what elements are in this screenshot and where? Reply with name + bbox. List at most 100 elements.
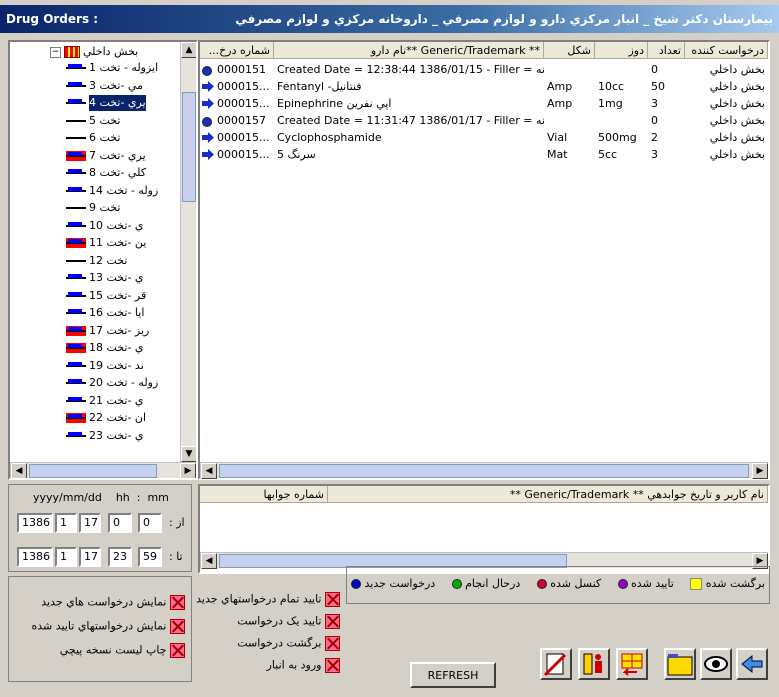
order-cell-drug[interactable]: Fentanyl -فنتانيل xyxy=(274,78,544,95)
minus-box-icon[interactable]: − xyxy=(50,46,61,58)
tree-item-bed[interactable]: ان -تخت 22 xyxy=(66,410,146,426)
order-cell-form[interactable]: Amp xyxy=(544,95,595,112)
scroll-left-icon[interactable]: ◀ xyxy=(11,463,27,478)
tree-hscroll-thumb[interactable] xyxy=(29,464,157,478)
col-header-drug[interactable]: ** Generic/Trademark **نام دارو xyxy=(274,42,544,59)
order-cell-count[interactable]: 50 xyxy=(648,78,685,95)
order-cell-requester[interactable]: بخش داخلي xyxy=(685,112,768,129)
order-cell-dose[interactable]: 1mg xyxy=(595,95,648,112)
from-minute-input[interactable]: 0 xyxy=(138,513,162,533)
order-cell-num[interactable]: 000015... xyxy=(214,146,274,163)
order-cell-form[interactable]: Vial xyxy=(544,129,595,146)
tree-root[interactable]: − بخش داخلي xyxy=(50,44,138,60)
from-hour-input[interactable]: 0 xyxy=(108,513,132,533)
order-cell-form[interactable] xyxy=(544,61,595,78)
order-cell-drug[interactable]: Epinephrine اپي نفرين xyxy=(274,95,544,112)
order-cell-dose[interactable]: 5cc xyxy=(595,146,648,163)
tree-item-bed[interactable]: ي -تخت 10 xyxy=(66,218,144,234)
order-cell-form[interactable] xyxy=(544,112,595,129)
tree-item-bed[interactable]: زوله - تخت 20 xyxy=(66,375,158,391)
checkbox-x-icon[interactable] xyxy=(170,619,185,634)
order-cell-count[interactable]: 0 xyxy=(648,61,685,78)
order-cell-num[interactable]: 000015... xyxy=(214,78,274,95)
order-cell-count[interactable]: 0 xyxy=(648,112,685,129)
folder-icon[interactable] xyxy=(664,648,696,680)
view-option-0[interactable]: نمايش درخواست هاي جديد xyxy=(17,595,185,610)
tree-item-bed[interactable]: ي -تخت 23 xyxy=(66,428,144,444)
order-cell-requester[interactable]: بخش داخلي xyxy=(685,78,768,95)
order-cell-dose[interactable] xyxy=(595,112,648,129)
order-cell-requester[interactable]: بخش داخلي xyxy=(685,146,768,163)
order-cell-num[interactable]: 0000151 xyxy=(214,61,274,78)
order-cell-requester[interactable]: بخش داخلي xyxy=(685,129,768,146)
tree-item-bed[interactable]: تخت 12 xyxy=(66,253,127,269)
checkbox-x-icon[interactable] xyxy=(170,595,185,610)
tree-item-bed[interactable]: ين -تخت 11 xyxy=(66,235,146,251)
action-0[interactable]: تاييد تمام درخواستهاي جديد xyxy=(194,592,340,607)
col-header-count[interactable]: تعداد xyxy=(648,42,685,59)
order-cell-dose[interactable]: 10cc xyxy=(595,78,648,95)
orders-grid[interactable]: شماره درخ... ** Generic/Trademark **نام … xyxy=(198,40,770,480)
from-year-input[interactable]: 1386 xyxy=(17,513,53,533)
scroll-left-icon[interactable]: ◀ xyxy=(201,553,217,569)
to-hour-input[interactable]: 23 xyxy=(108,547,132,567)
action-2[interactable]: برگشت درخواست xyxy=(194,636,340,651)
tree-item-bed[interactable]: تخت 6 xyxy=(66,130,120,146)
tree-item-bed[interactable]: ي -تخت 21 xyxy=(66,393,144,409)
checkbox-x-icon[interactable] xyxy=(325,592,340,607)
eye-icon[interactable] xyxy=(700,648,732,680)
orders-hscroll[interactable]: ◀ ▶ xyxy=(200,462,768,479)
tree-hscroll[interactable]: ◀ ▶ xyxy=(10,462,196,478)
order-cell-count[interactable]: 3 xyxy=(648,146,685,163)
pharmacist-icon[interactable] xyxy=(578,648,610,680)
checkbox-x-icon[interactable] xyxy=(170,643,185,658)
tree-vscroll-thumb[interactable] xyxy=(182,92,196,202)
order-cell-dose[interactable]: 500mg xyxy=(595,129,648,146)
checkbox-x-icon[interactable] xyxy=(325,658,340,673)
view-option-1[interactable]: نمايش درخواستهاي تاييد شده xyxy=(17,619,185,634)
to-month-input[interactable]: 1 xyxy=(55,547,77,567)
tree-item-bed[interactable]: کلي -تخت 8 xyxy=(66,165,146,181)
order-cell-count[interactable]: 2 xyxy=(648,129,685,146)
refresh-button[interactable]: REFRESH xyxy=(410,662,496,688)
order-cell-dose[interactable] xyxy=(595,61,648,78)
col-header-num[interactable]: شماره درخ... xyxy=(200,42,274,59)
order-cell-num[interactable]: 0000157 xyxy=(214,112,274,129)
scroll-right-icon[interactable]: ▶ xyxy=(180,463,196,478)
from-month-input[interactable]: 1 xyxy=(55,513,77,533)
col-header-dose[interactable]: دوز xyxy=(595,42,648,59)
order-cell-drug[interactable]: سرنگ 5 xyxy=(274,146,544,163)
answers-col-num[interactable]: شماره جوابها xyxy=(200,486,328,503)
view-option-2[interactable]: چاپ ليست نسخه پيچي xyxy=(17,643,185,658)
scroll-left-icon[interactable]: ◀ xyxy=(201,463,217,479)
order-cell-form[interactable]: Amp xyxy=(544,78,595,95)
order-cell-num[interactable]: 000015... xyxy=(214,129,274,146)
order-cell-requester[interactable]: بخش داخلي xyxy=(685,61,768,78)
answers-grid[interactable]: شماره جوابها نام کاربر و تاريخ جوابدهي *… xyxy=(198,484,770,574)
tree-item-bed[interactable]: ريز -تخت 17 xyxy=(66,323,149,339)
to-year-input[interactable]: 1386 xyxy=(17,547,53,567)
tree-item-bed[interactable]: ايا -تخت 16 xyxy=(66,305,144,321)
scroll-down-icon[interactable]: ▼ xyxy=(181,446,196,462)
answers-col-user[interactable]: نام کاربر و تاريخ جوابدهي ** Generic/Tra… xyxy=(328,486,768,503)
order-cell-requester[interactable]: بخش داخلي xyxy=(685,95,768,112)
grid-arrow-icon[interactable] xyxy=(616,648,648,680)
from-day-input[interactable]: 17 xyxy=(79,513,101,533)
document-edit-icon[interactable] xyxy=(540,648,572,680)
tree-item-bed[interactable]: قر -تخت 15 xyxy=(66,288,146,304)
action-3[interactable]: ورود به انبار xyxy=(194,658,340,673)
orders-hscroll-thumb[interactable] xyxy=(219,464,749,478)
tree-item-bed[interactable]: يري -تخت 4 xyxy=(66,95,146,111)
tree-item-bed[interactable]: يري -تخت 7 xyxy=(66,148,146,164)
checkbox-x-icon[interactable] xyxy=(325,636,340,651)
col-header-form[interactable]: شکل xyxy=(544,42,595,59)
order-cell-drug[interactable]: Cyclophosphamide xyxy=(274,129,544,146)
checkbox-x-icon[interactable] xyxy=(325,614,340,629)
exit-arrow-icon[interactable] xyxy=(736,648,768,680)
tree-item-bed[interactable]: تخت 9 xyxy=(66,200,120,216)
col-header-requester[interactable]: درخواست کننده xyxy=(685,42,768,59)
order-cell-drug[interactable]: Created Date = 12:38:44 1386/01/15 - Fil… xyxy=(274,61,544,78)
scroll-up-icon[interactable]: ▲ xyxy=(181,42,196,58)
order-cell-form[interactable]: Mat xyxy=(544,146,595,163)
tree-item-bed[interactable]: زوله - تخت 14 xyxy=(66,183,158,199)
